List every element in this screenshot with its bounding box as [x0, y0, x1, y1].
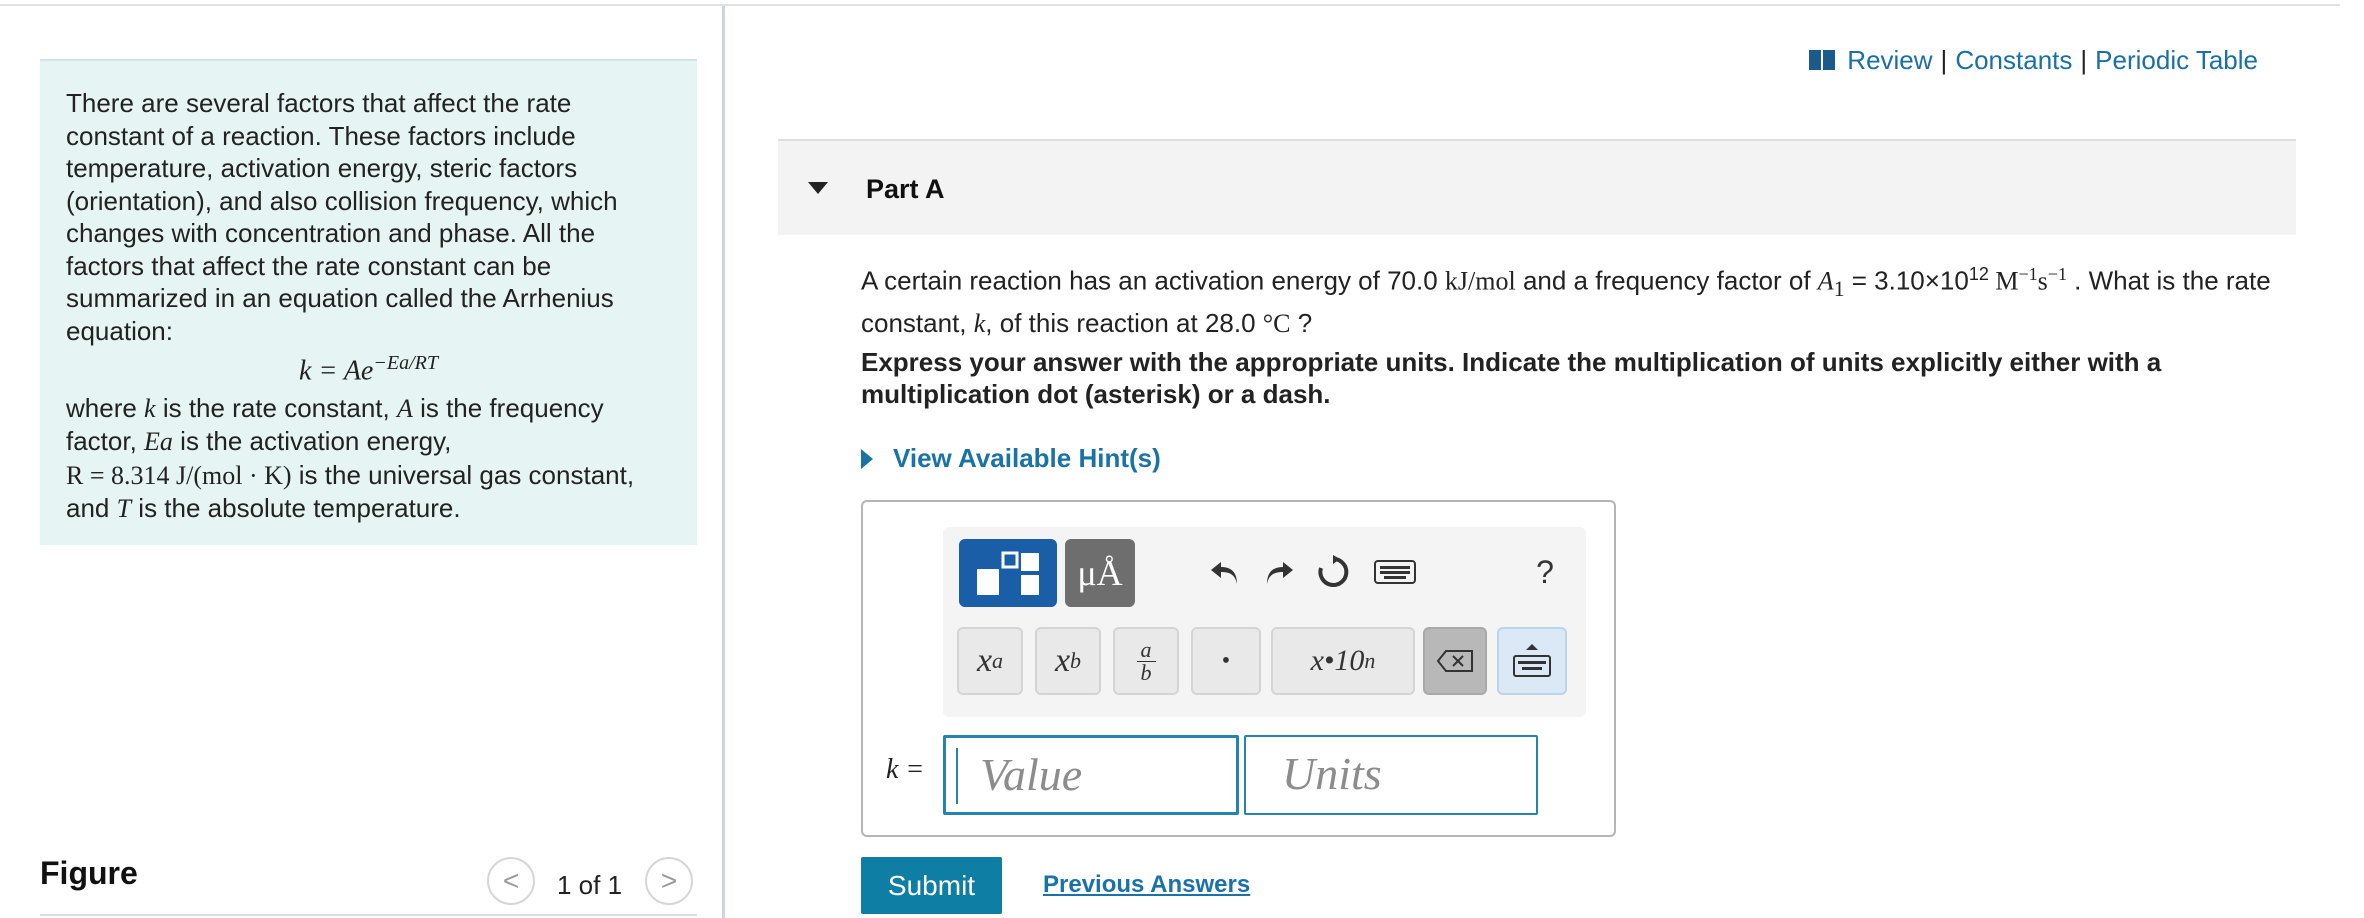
help-icon[interactable]: ?	[1525, 547, 1565, 597]
link-separator: |	[2080, 45, 2088, 75]
answer-instructions: Express your answer with the appropriate…	[861, 347, 2162, 409]
collapse-caret-icon[interactable]	[808, 182, 828, 194]
figure-pager: 1 of 1	[557, 870, 623, 900]
math-toolbar: μÅ ? xa xb a b • x•10 n	[943, 527, 1586, 717]
keyboard-icon[interactable]	[1371, 547, 1419, 597]
backspace-button[interactable]	[1423, 627, 1487, 695]
scientific-notation-button[interactable]: x•10 n	[1271, 627, 1415, 695]
subscript-button[interactable]: xb	[1035, 627, 1101, 695]
panel-divider	[722, 6, 725, 918]
value-placeholder: Value	[980, 749, 1083, 800]
periodic-table-link[interactable]: Periodic Table	[2095, 45, 2258, 76]
view-hints-toggle[interactable]: View Available Hint(s)	[861, 443, 1161, 474]
chevron-left-icon: <	[502, 865, 520, 896]
chevron-right-icon: >	[660, 865, 678, 896]
intro-panel: There are several factors that affect th…	[40, 59, 697, 545]
view-hints-label: View Available Hint(s)	[893, 443, 1161, 473]
answer-box: μÅ ? xa xb a b • x•10 n k = Value Units	[861, 500, 1616, 837]
text-cursor	[956, 748, 958, 804]
templates-button[interactable]	[959, 539, 1057, 607]
part-title: Part A	[866, 174, 945, 204]
link-separator: |	[1940, 45, 1948, 75]
arrhenius-equation: k = Ae−Ea/RT	[299, 352, 438, 387]
top-rule	[0, 4, 2340, 6]
superscript-button[interactable]: xa	[957, 627, 1023, 695]
constants-link[interactable]: Constants	[1955, 45, 2072, 76]
fraction-button[interactable]: a b	[1113, 627, 1179, 695]
question-text: A certain reaction has an activation ene…	[861, 264, 2271, 338]
units-button[interactable]: μÅ	[1065, 539, 1135, 607]
figure-rule	[40, 914, 697, 916]
part-a-header[interactable]: Part A	[778, 139, 2296, 235]
submit-button[interactable]: Submit	[861, 857, 1002, 914]
intro-definitions: where k is the rate constant, A is the f…	[66, 392, 635, 524]
answer-variable-label: k =	[886, 754, 925, 785]
expand-caret-icon	[861, 448, 873, 469]
previous-figure-button[interactable]: <	[487, 857, 535, 905]
backspace-icon	[1436, 650, 1473, 672]
review-link[interactable]: Review	[1847, 45, 1932, 76]
resource-links: Review | Constants | Periodic Table	[1809, 45, 2258, 76]
keyboard-toggle-icon	[1513, 644, 1551, 677]
units-input[interactable]: Units	[1244, 735, 1538, 815]
multiply-dot-button[interactable]: •	[1191, 627, 1261, 695]
show-keyboard-button[interactable]	[1497, 627, 1567, 695]
value-input[interactable]: Value	[943, 735, 1239, 815]
book-icon	[1809, 49, 1836, 72]
next-figure-button[interactable]: >	[645, 857, 693, 905]
intro-paragraph: There are several factors that affect th…	[66, 88, 618, 346]
redo-icon[interactable]	[1257, 547, 1301, 597]
figure-title: Figure	[40, 855, 138, 891]
templates-icon	[977, 551, 1039, 595]
previous-answers-link[interactable]: Previous Answers	[1043, 871, 1250, 899]
undo-icon[interactable]	[1203, 547, 1247, 597]
reset-icon[interactable]	[1311, 547, 1355, 597]
units-placeholder: Units	[1282, 748, 1382, 799]
